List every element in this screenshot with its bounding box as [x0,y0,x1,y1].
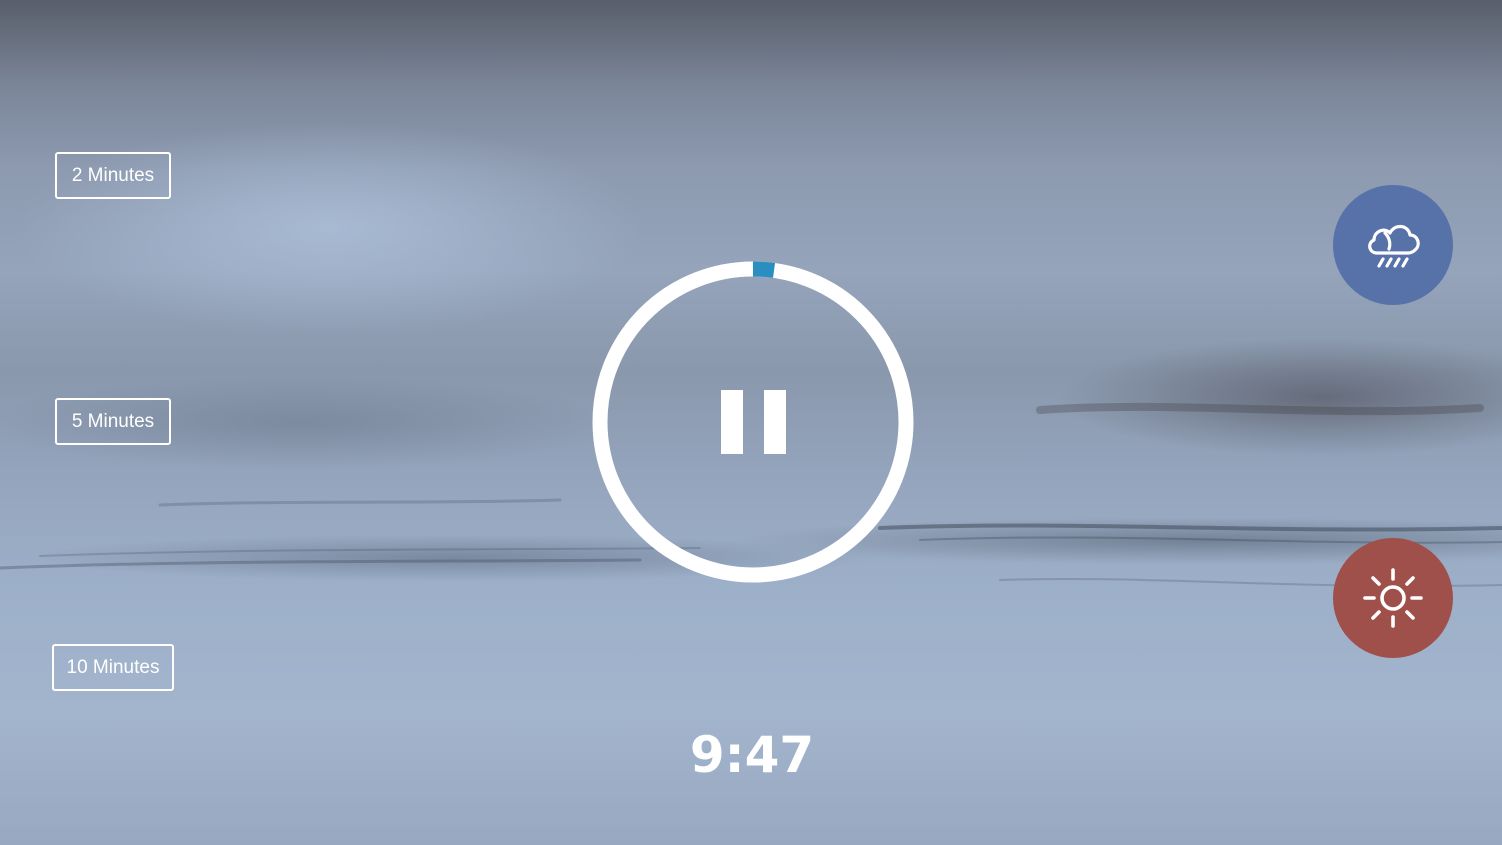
five-minutes-button[interactable]: 5 Minutes [55,398,171,445]
pause-bar-right [764,390,786,454]
sun-sound-button[interactable] [1333,538,1453,658]
two-minutes-button[interactable]: 2 Minutes [55,152,171,199]
cloud-rain-icon [1368,224,1420,268]
pause-button[interactable] [713,382,793,462]
pause-bar-left [721,390,743,454]
sun-icon [1363,568,1423,628]
time-remaining: 9:47 [689,726,815,784]
ten-minutes-button[interactable]: 10 Minutes [52,644,174,691]
rain-sound-button[interactable] [1333,185,1453,305]
